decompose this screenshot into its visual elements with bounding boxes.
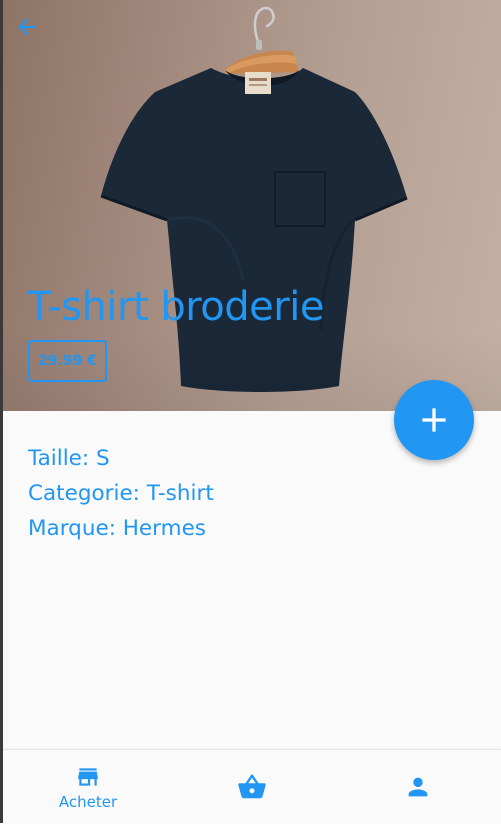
- product-details: Taille: S Categorie: T-shirt Marque: Her…: [28, 441, 214, 546]
- bottom-navigation: Acheter: [3, 749, 501, 824]
- plus-icon: [422, 408, 446, 432]
- add-to-cart-button[interactable]: [394, 380, 474, 460]
- detail-size: Taille: S: [28, 446, 110, 471]
- arrow-left-icon: [18, 18, 36, 36]
- nav-item-basket[interactable]: [169, 750, 335, 824]
- price-badge: 29.99 €: [28, 340, 107, 382]
- detail-brand: Marque: Hermes: [28, 516, 206, 541]
- detail-category: Categorie: T-shirt: [28, 481, 214, 506]
- nav-item-profile[interactable]: [335, 750, 501, 824]
- price-text: 29.99 €: [38, 353, 97, 369]
- nav-item-acheter[interactable]: Acheter: [5, 750, 171, 824]
- store-icon: [78, 767, 98, 786]
- person-icon: [408, 777, 428, 797]
- back-button[interactable]: [10, 10, 44, 44]
- product-title: T-shirt broderie: [27, 284, 324, 330]
- basket-icon: [238, 774, 266, 799]
- nav-label-acheter: Acheter: [58, 792, 118, 811]
